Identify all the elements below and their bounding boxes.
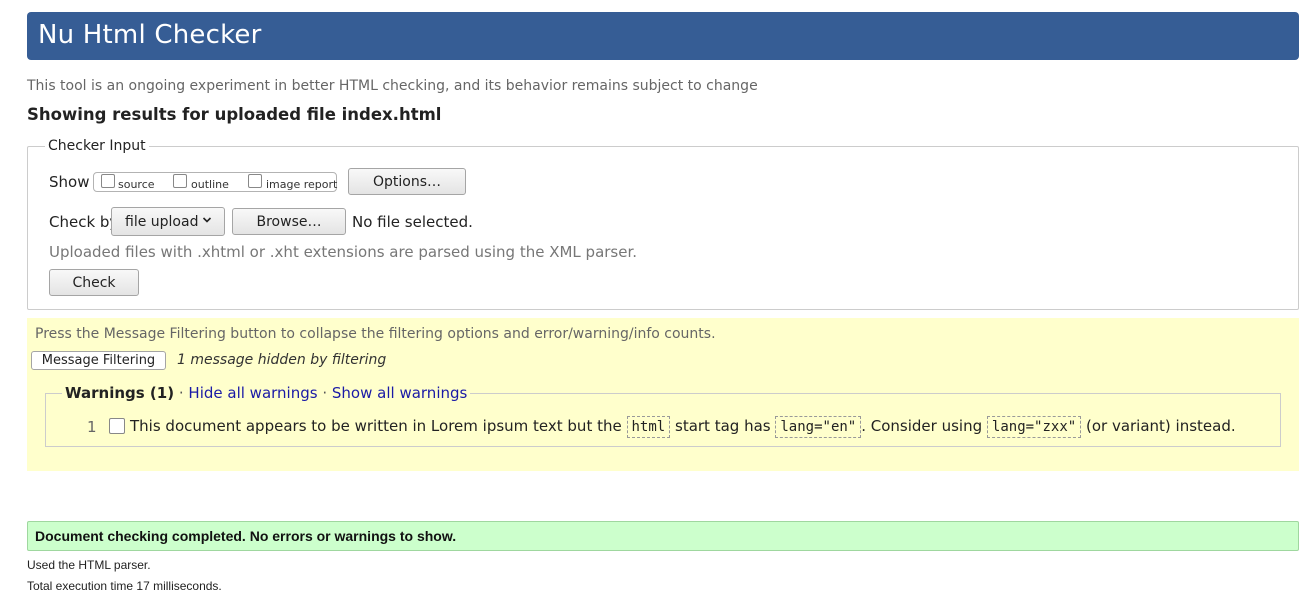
message-text: This document appears to be written in L… — [130, 416, 1236, 438]
warnings-title: Warnings (1) — [65, 384, 175, 402]
image-report-checkbox-label[interactable]: image report — [266, 178, 337, 191]
warnings-legend: Warnings (1) · Hide all warnings · Show … — [62, 384, 471, 402]
filtering-instructions: Press the Message Filtering button to co… — [35, 326, 716, 342]
experiment-notice: This tool is an ongoing experiment in be… — [27, 78, 758, 94]
warning-message: 1 This document appears to be written in… — [46, 416, 1282, 438]
code-lang-zxx: lang="zxx" — [986, 416, 1082, 438]
execution-time: Total execution time 17 milliseconds. — [27, 579, 222, 593]
show-all-warnings-link[interactable]: Show all warnings — [332, 384, 467, 402]
code-html: html — [626, 416, 671, 438]
parser-used: Used the HTML parser. — [27, 558, 151, 572]
outline-checkbox[interactable] — [173, 174, 187, 188]
source-checkbox[interactable] — [101, 174, 115, 188]
status-banner: Document checking completed. No errors o… — [27, 521, 1299, 551]
outline-checkbox-label[interactable]: outline — [191, 178, 229, 191]
message-text-part: (or variant) instead. — [1085, 417, 1236, 435]
status-message: Document checking completed. No errors o… — [35, 528, 457, 544]
file-status: No file selected. — [352, 213, 473, 231]
check-by-label: Check by — [49, 213, 119, 231]
message-number: 1 — [87, 418, 97, 436]
message-filtering-button[interactable]: Message Filtering — [31, 351, 166, 370]
hide-all-warnings-link[interactable]: Hide all warnings — [188, 384, 317, 402]
image-report-checkbox[interactable] — [248, 174, 262, 188]
show-label: Show — [49, 173, 90, 191]
message-filtering-panel: Press the Message Filtering button to co… — [27, 318, 1299, 471]
check-by-value: file upload — [125, 213, 199, 230]
browse-button[interactable]: Browse… — [232, 208, 346, 235]
parser-note: Uploaded files with .xhtml or .xht exten… — [49, 243, 638, 261]
app-title: Nu Html Checker — [38, 20, 262, 50]
options-button[interactable]: Options… — [348, 168, 466, 195]
code-lang-en: lang="en" — [775, 416, 862, 438]
checker-input-legend: Checker Input — [45, 138, 149, 154]
app-header: Nu Html Checker — [27, 12, 1299, 60]
check-by-select[interactable]: file upload — [111, 207, 225, 236]
message-text-part: This document appears to be written in L… — [130, 417, 622, 435]
separator: · — [322, 384, 328, 402]
check-button[interactable]: Check — [49, 269, 139, 296]
hidden-messages-count: 1 message hidden by filtering — [177, 352, 387, 368]
chevron-down-icon — [202, 217, 212, 223]
show-options-group: source outline image report — [93, 172, 337, 192]
message-text-part: start tag has — [675, 417, 771, 435]
separator: · — [178, 384, 184, 402]
results-heading: Showing results for uploaded file index.… — [27, 105, 442, 124]
message-checkbox[interactable] — [109, 418, 125, 434]
source-checkbox-label[interactable]: source — [118, 178, 155, 191]
message-text-part: . Consider using — [861, 417, 983, 435]
